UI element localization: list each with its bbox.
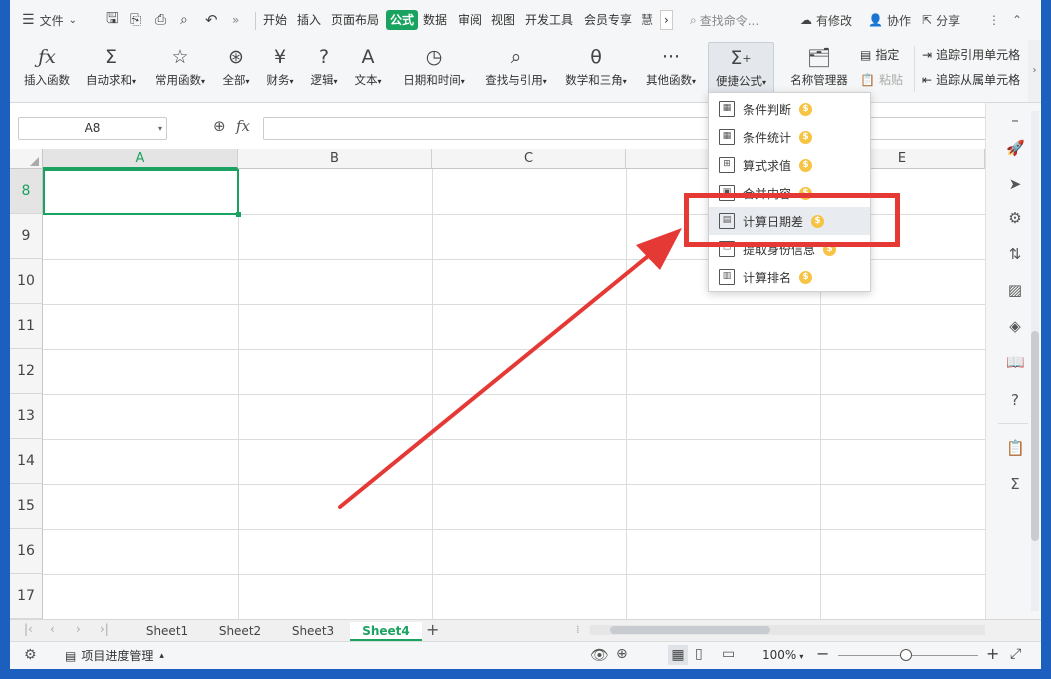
annotation-arrow: [338, 228, 682, 509]
app-window: ☰ 文件 ⌄ 🖫 ⎘ ⎙ ⌕ ↶ » 开始 插入 页面布局 公式 数据 审阅 视…: [10, 0, 1041, 669]
